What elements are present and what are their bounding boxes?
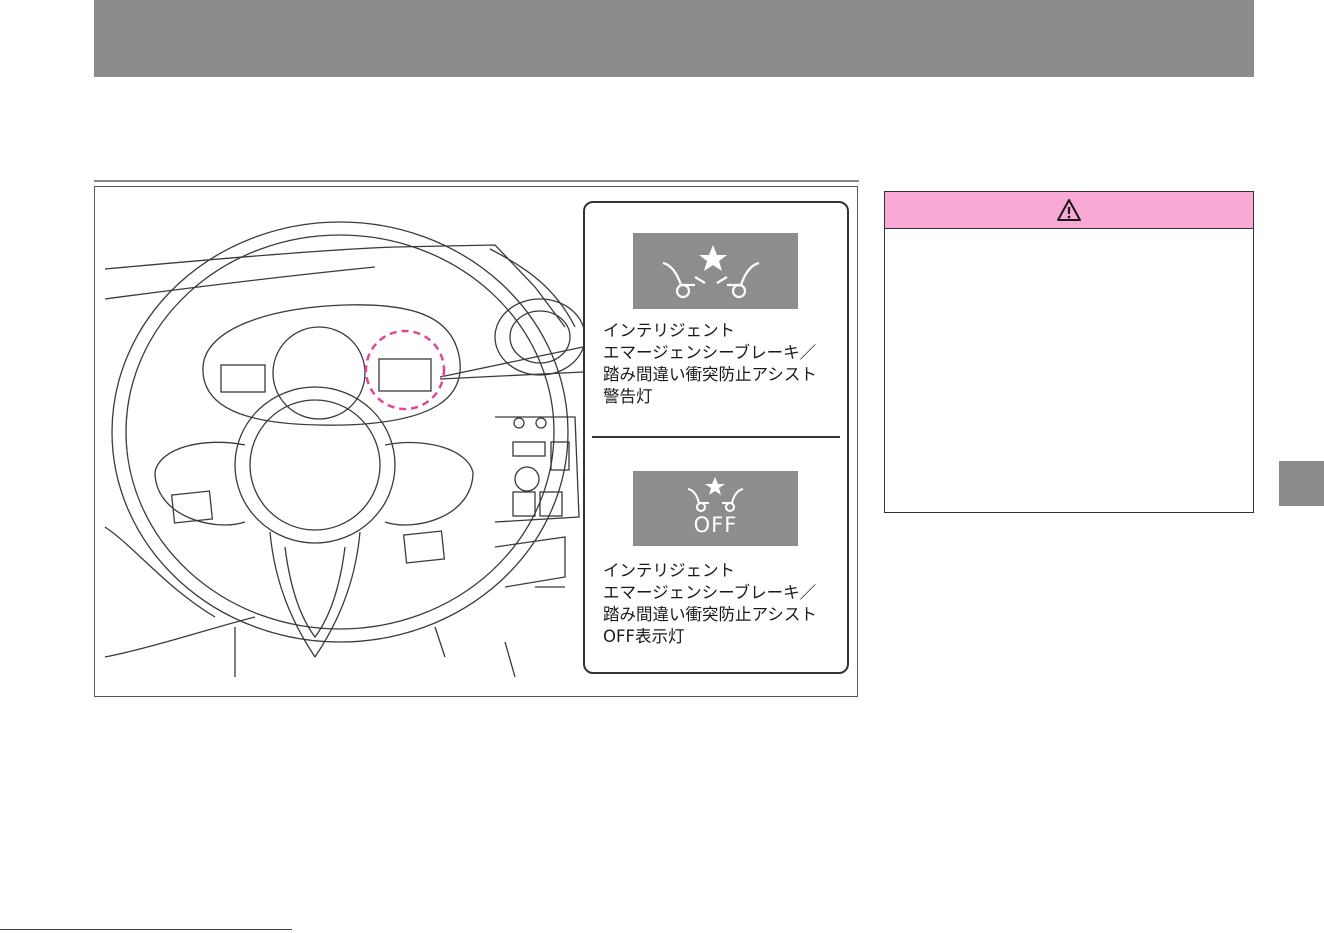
off-light-caption: インテリジェント エマージェンシーブレーキ／ 踏み間違い衝突防止アシスト OFF… — [603, 560, 843, 648]
chapter-side-tab[interactable] — [1279, 461, 1324, 506]
warning-light-caption: インテリジェント エマージェンシーブレーキ／ 踏み間違い衝突防止アシスト 警告灯 — [603, 320, 843, 408]
caption-line: 踏み間違い衝突防止アシスト — [603, 605, 817, 624]
caption-line: インテリジェント — [603, 321, 735, 340]
warning-triangle-icon — [1057, 199, 1081, 221]
caption-line: インテリジェント — [603, 561, 735, 580]
warning-header — [885, 192, 1253, 229]
section-rule — [94, 180, 859, 182]
caption-line: 警告灯 — [603, 387, 653, 406]
collision-off-indicator: OFF — [633, 471, 798, 546]
callout-divider — [592, 436, 840, 438]
collision-warning-icon — [662, 245, 760, 299]
caption-line: 踏み間違い衝突防止アシスト — [603, 365, 817, 384]
collision-off-icon — [687, 477, 744, 512]
caption-line: OFF表示灯 — [603, 627, 685, 646]
warning-panel — [884, 191, 1254, 513]
page-header-bar — [94, 0, 1254, 77]
caption-line: エマージェンシーブレーキ／ — [603, 583, 817, 602]
off-label: OFF — [693, 513, 738, 537]
collision-warning-indicator — [633, 233, 798, 309]
footnote-rule — [0, 929, 292, 930]
caption-line: エマージェンシーブレーキ／ — [603, 343, 817, 362]
highlight-circle — [364, 329, 446, 411]
